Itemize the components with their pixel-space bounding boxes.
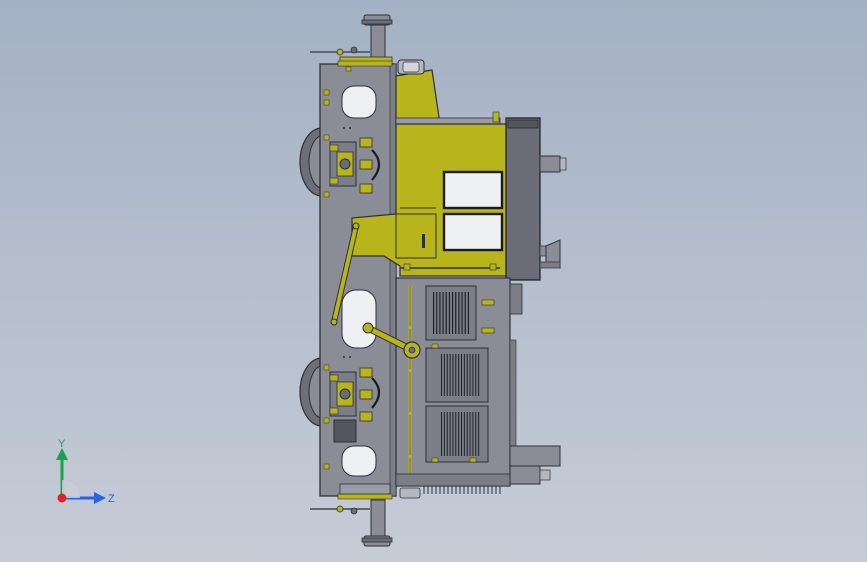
grille-slat — [461, 412, 462, 456]
grille-slat — [441, 354, 442, 396]
rear-housing — [505, 117, 567, 281]
grille-slat — [475, 412, 477, 456]
grille-slat — [469, 412, 471, 456]
grille-slat — [441, 412, 442, 456]
grille-slat — [446, 354, 448, 396]
grille-slat — [461, 354, 462, 396]
grille-slat — [475, 354, 477, 396]
grille-slat — [472, 412, 474, 456]
grille-slat — [461, 292, 463, 334]
z-axis-arrowhead — [94, 492, 106, 504]
grille-slat — [449, 412, 451, 456]
grille-slat — [443, 412, 445, 456]
grille-slat — [433, 292, 435, 334]
grille-slat — [443, 354, 445, 396]
grille-slat — [455, 292, 457, 334]
grille-slat — [467, 292, 469, 334]
grille-slat — [478, 412, 480, 456]
grille-slat — [472, 354, 474, 396]
cad-graphics-viewport[interactable]: Y Z — [0, 0, 867, 562]
origin-dot — [57, 493, 67, 503]
grille-slat — [439, 292, 441, 334]
y-axis-label: Y — [58, 438, 66, 450]
bottom-buffer — [361, 499, 393, 547]
grille-slat — [458, 412, 460, 456]
grille-slat — [466, 412, 468, 456]
z-axis-label: Z — [108, 493, 115, 505]
grille-slat — [442, 292, 444, 334]
grille-slat — [452, 412, 454, 456]
grille-slat — [466, 354, 468, 396]
grille-slat — [469, 354, 471, 396]
grille-slat — [463, 412, 465, 456]
grille-slat — [436, 292, 438, 334]
main-frame — [319, 63, 397, 497]
upper-axle-box — [329, 137, 381, 194]
grille-slat — [445, 292, 447, 334]
axis-triad: Y Z — [56, 438, 115, 505]
top-buffer — [361, 14, 393, 62]
grille-slat — [448, 292, 450, 334]
grille-slat — [464, 292, 466, 334]
grille-slat — [455, 354, 457, 396]
grille-slat — [452, 354, 454, 396]
grille-slat — [449, 354, 451, 396]
grille-slat — [446, 412, 448, 456]
grille-slat — [463, 354, 465, 396]
grille-slat — [458, 354, 460, 396]
grille-slat — [458, 292, 460, 334]
grille-slat — [455, 412, 457, 456]
locomotive-model[interactable] — [0, 0, 867, 562]
lower-axle-box — [329, 367, 381, 422]
exhaust-pipe — [509, 445, 561, 485]
bottom-cooling-fins — [423, 486, 501, 494]
grille-slat — [478, 354, 480, 396]
engine-compartment — [395, 277, 523, 499]
grille-slat — [452, 292, 454, 334]
